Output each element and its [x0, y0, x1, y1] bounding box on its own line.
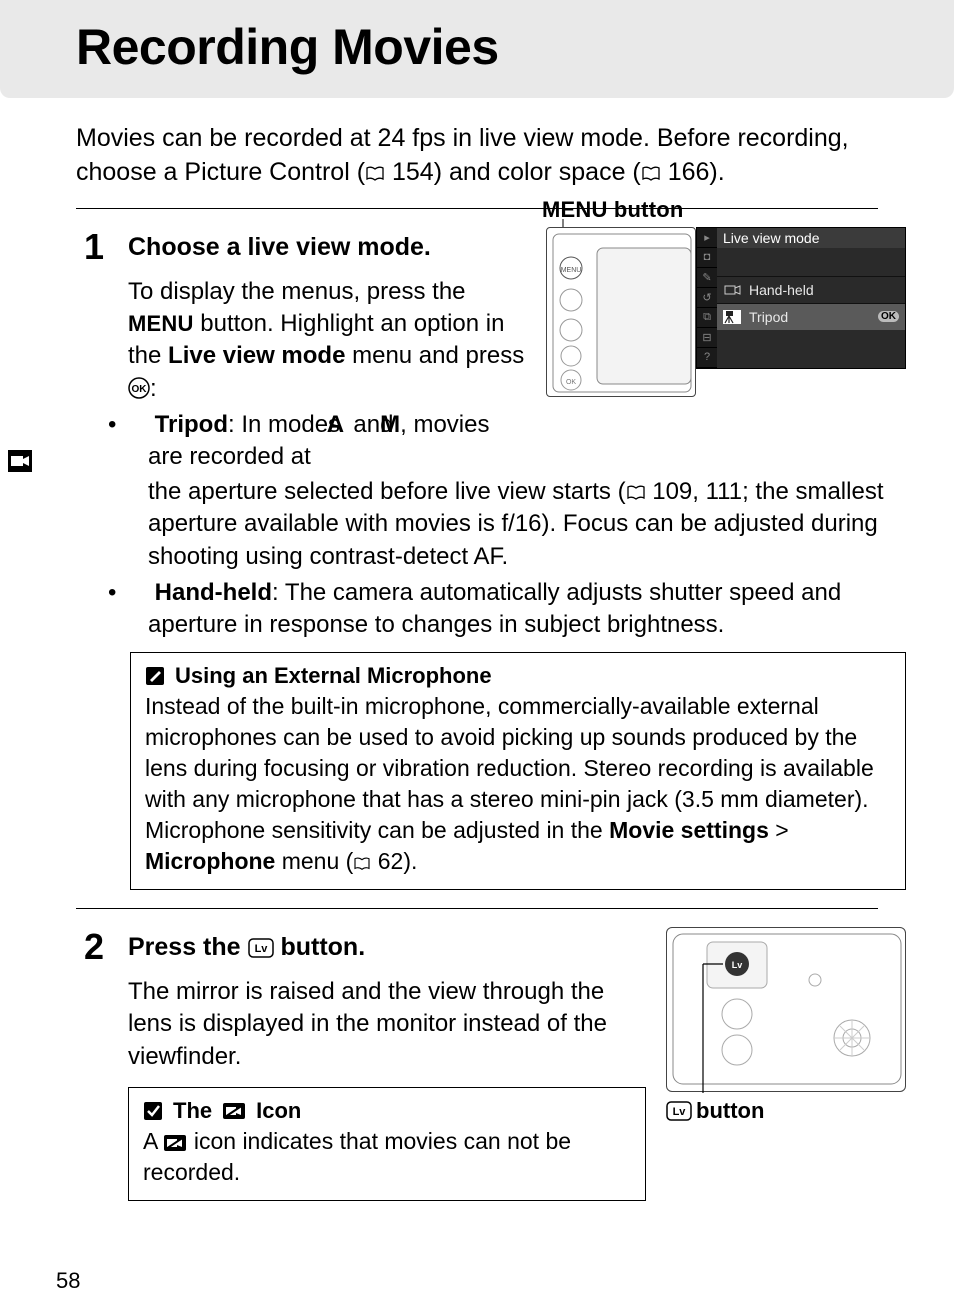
- bullet-tripod-continued: the aperture selected before live view s…: [128, 476, 906, 573]
- book-icon: [365, 166, 385, 182]
- step1-bullets: Tripod: In modes A and M, movies are rec…: [128, 409, 530, 474]
- callout-external-mic: Using an External Microphone Instead of …: [130, 652, 906, 890]
- note-icon: [145, 666, 165, 686]
- tripod-icon: [723, 310, 741, 324]
- step-number: 2: [76, 929, 112, 1201]
- ok-badge: OK: [878, 311, 899, 322]
- bullet-tripod: Tripod: In modes A and M, movies are rec…: [128, 409, 530, 474]
- menu-tab-play-icon: ▸: [697, 228, 717, 248]
- menu-item-tripod: Tripod OK: [717, 303, 905, 330]
- divider: [76, 908, 878, 909]
- lv-icon: Lv: [248, 938, 274, 958]
- callout-no-movie-icon: The Icon A icon indicates that movies ca…: [128, 1087, 646, 1201]
- menu-screenshot: ▸ ◘ ✎ ↺ ⧉ ⊟ ? Live view mode: [696, 227, 906, 369]
- step-heading: Press the Lv button.: [128, 933, 646, 962]
- step-body-text: To display the menus, press the MENU but…: [128, 276, 530, 406]
- page-title: Recording Movies: [76, 18, 954, 76]
- menu-tab-mymenu-icon: ⊟: [697, 328, 717, 348]
- lv-button-label: Lv button: [666, 1098, 906, 1124]
- step-1: 1 Choose a live view mode. To display th…: [0, 227, 954, 642]
- callout-body: Instead of the built-in microphone, comm…: [145, 691, 891, 877]
- intro-paragraph: Movies can be recorded at 24 fps in live…: [0, 122, 954, 190]
- figure-step2: Lv Lv button: [666, 927, 906, 1124]
- step-2: 2 Press the Lv button. The mirror is rai…: [0, 927, 954, 1201]
- svg-text:Lv: Lv: [254, 943, 268, 955]
- menu-tabs: ▸ ◘ ✎ ↺ ⧉ ⊟ ?: [697, 228, 717, 368]
- page-number: 58: [56, 1268, 80, 1294]
- menu-tab-camera-icon: ◘: [697, 248, 717, 268]
- menu-item-handheld: Hand-held: [717, 276, 905, 303]
- step-body-text: The mirror is raised and the view throug…: [128, 976, 646, 1073]
- section-header: Recording Movies: [0, 0, 954, 98]
- book-icon: [353, 857, 371, 871]
- no-movie-icon: [163, 1134, 187, 1152]
- ok-button-icon: OK: [128, 377, 150, 399]
- manual-page: Recording Movies Movies can be recorded …: [0, 0, 954, 1314]
- menu-tab-help-icon: ?: [697, 348, 717, 368]
- svg-text:MENU: MENU: [561, 267, 582, 274]
- menu-title: Live view mode: [717, 228, 905, 248]
- step-heading: Choose a live view mode.: [128, 233, 530, 262]
- bullet-handheld: Hand-held: The camera automatically adju…: [128, 577, 906, 642]
- svg-text:OK: OK: [566, 379, 576, 386]
- step-number: 1: [76, 229, 112, 642]
- menu-tab-pencil-icon: ✎: [697, 268, 717, 288]
- menu-tab-wrench-icon: ↺: [697, 288, 717, 308]
- svg-text:Lv: Lv: [732, 960, 743, 970]
- svg-text:Lv: Lv: [673, 1106, 687, 1118]
- camera-back-diagram: MENU OK: [546, 227, 696, 397]
- handheld-icon: [723, 283, 741, 297]
- caution-icon: [143, 1101, 163, 1121]
- figure-step1: MENU OK ▸: [546, 227, 906, 397]
- menu-tab-retouch-icon: ⧉: [697, 308, 717, 328]
- divider: [76, 208, 878, 209]
- svg-text:OK: OK: [132, 384, 148, 395]
- book-icon: [626, 485, 646, 501]
- camera-back-diagram-2: Lv: [666, 927, 906, 1092]
- book-icon: [641, 166, 661, 182]
- lv-icon: Lv: [666, 1101, 692, 1121]
- no-movie-icon: [222, 1102, 246, 1120]
